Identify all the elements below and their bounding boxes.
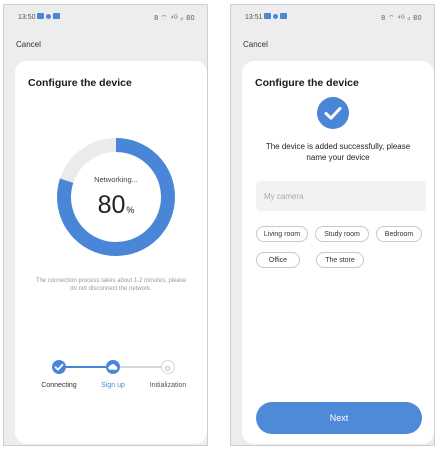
step-connector-done	[59, 366, 113, 368]
system-status-icons: 8 ⌔ ⁴ᴳ ᵢₗ 80	[381, 15, 422, 22]
setup-steps: Connecting Sign up Initialization	[15, 353, 207, 393]
cloud-step-icon	[106, 360, 120, 374]
progress-label: Networking...	[94, 175, 138, 184]
progress-unit: %	[126, 205, 135, 215]
step-label-connecting: Connecting	[41, 382, 77, 389]
room-chip-bedroom[interactable]: Bedroom	[376, 226, 422, 242]
cancel-button[interactable]: Cancel	[243, 40, 268, 49]
step-label-sign-up: Sign up	[101, 382, 125, 389]
success-message: The device is added successfully, please…	[265, 142, 411, 162]
phone-screen-name-device: 13:51 8 ⌔ ⁴ᴳ ᵢₗ 80 Cancel Configure the …	[230, 4, 435, 446]
device-name-input[interactable]	[256, 181, 426, 211]
room-chip-living-room[interactable]: Living room	[256, 226, 308, 242]
status-time: 13:50	[18, 14, 36, 21]
connection-hint: The connection process takes about 1-2 m…	[35, 278, 187, 292]
page-title: Configure the device	[255, 77, 359, 89]
notification-icons	[37, 13, 60, 19]
phone-screen-networking: 13:50 8 ⌔ ⁴ᴳ ᵢₗ 80 Cancel Configure the …	[3, 4, 208, 446]
progress-ring: Networking... 80%	[52, 133, 180, 261]
cancel-button[interactable]: Cancel	[16, 40, 41, 49]
room-chip-study-room[interactable]: Study room	[315, 226, 369, 242]
step-label-initialization: Initialization	[149, 382, 187, 389]
status-time: 13:51	[245, 14, 263, 21]
page-title: Configure the device	[28, 77, 132, 89]
room-chip-office[interactable]: Office	[256, 252, 300, 268]
room-chip-the-store[interactable]: The store	[316, 252, 364, 268]
progress-number: 80	[97, 191, 126, 219]
configure-card: Configure the device Networking... 80% T…	[15, 61, 207, 444]
status-bar: 13:51 8 ⌔ ⁴ᴳ ᵢₗ 80	[231, 5, 434, 27]
check-step-icon	[52, 360, 66, 374]
status-bar: 13:50 8 ⌔ ⁴ᴳ ᵢₗ 80	[4, 5, 207, 27]
configure-card: Configure the device The device is added…	[242, 61, 434, 444]
settings-step-icon	[161, 360, 175, 374]
next-button[interactable]: Next	[256, 402, 422, 434]
progress-value: 80%	[52, 191, 180, 220]
notification-icons	[264, 13, 287, 19]
system-status-icons: 8 ⌔ ⁴ᴳ ᵢₗ 80	[154, 15, 195, 22]
success-check-icon	[317, 97, 349, 129]
